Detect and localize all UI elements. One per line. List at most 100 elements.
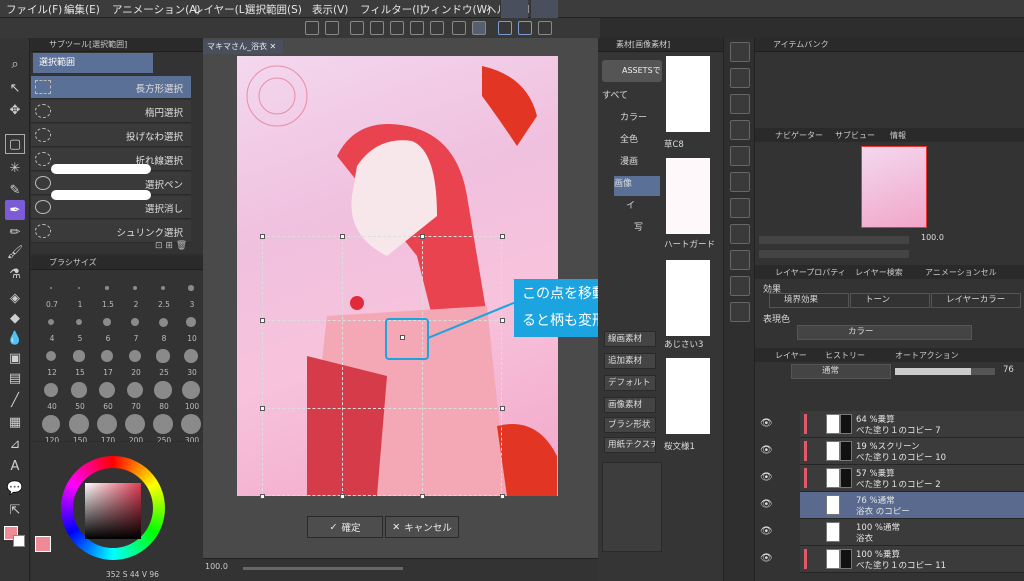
brush-size-dot[interactable] bbox=[158, 317, 168, 327]
paste-icon[interactable] bbox=[410, 21, 424, 35]
search-icon[interactable] bbox=[730, 42, 750, 62]
visibility-eye-icon[interactable]: 👁 bbox=[760, 499, 773, 510]
visibility-eye-icon[interactable]: 👁 bbox=[760, 445, 773, 456]
balloon-icon[interactable]: 💬 bbox=[5, 478, 25, 498]
tab-layer-props[interactable]: レイヤープロパティ bbox=[775, 267, 846, 278]
zoom-icon[interactable]: ⌕ bbox=[5, 54, 25, 74]
transform-bounding-box[interactable] bbox=[262, 236, 502, 496]
tree-illust[interactable]: イ bbox=[626, 198, 635, 218]
sub-color-swatch[interactable] bbox=[13, 535, 25, 547]
eyedropper-icon[interactable]: ✎ bbox=[5, 180, 25, 200]
operation-icon[interactable]: ↖ bbox=[5, 78, 25, 98]
subtool-ellipse-select[interactable]: 楕円選択 bbox=[31, 100, 191, 123]
expression-select[interactable]: カラー bbox=[797, 325, 972, 340]
figure-icon[interactable]: ╱ bbox=[5, 390, 25, 410]
canvas-tab[interactable]: マキマさん_浴衣 ✕ bbox=[203, 40, 283, 54]
brush-size-dot[interactable] bbox=[103, 318, 111, 326]
cancel-button[interactable]: ✕ キャンセル bbox=[385, 516, 459, 538]
color-main-indicator[interactable] bbox=[35, 536, 51, 552]
menu-selection[interactable]: 選択範囲(S) bbox=[245, 2, 302, 17]
panel-icon[interactable] bbox=[730, 250, 750, 270]
selection-tool-icon[interactable]: ▢ bbox=[5, 134, 25, 154]
opacity-value[interactable]: 76 bbox=[1003, 365, 1014, 375]
layer-row[interactable]: 76 %通常 浴衣 のコピー bbox=[800, 492, 1024, 519]
nav-rotate-slider[interactable] bbox=[759, 250, 909, 258]
layer-row[interactable]: 64 %乗算 べた塗り１のコピー 7 bbox=[800, 411, 1024, 438]
panel-icon[interactable] bbox=[730, 224, 750, 244]
brush-size-dot[interactable] bbox=[41, 414, 61, 434]
brush-size-dot[interactable] bbox=[77, 286, 81, 290]
menu-view[interactable]: 表示(V) bbox=[312, 2, 348, 17]
brush-size-dot[interactable] bbox=[156, 349, 170, 363]
transform-handle[interactable] bbox=[260, 406, 265, 411]
brush-size-dot[interactable] bbox=[130, 317, 140, 327]
brush-size-dot[interactable] bbox=[73, 350, 85, 362]
move-icon[interactable]: ✥ bbox=[5, 100, 25, 120]
brush-icon[interactable]: 🖌 bbox=[5, 242, 25, 262]
brush-size-dot[interactable] bbox=[186, 317, 196, 327]
panel-icon[interactable] bbox=[730, 68, 750, 88]
confirm-button[interactable]: ✓ 確定 bbox=[307, 516, 383, 538]
clear-icon[interactable] bbox=[350, 21, 364, 35]
brush-size-dot[interactable] bbox=[184, 349, 198, 363]
material-tag-button[interactable]: デフォルト bbox=[604, 375, 656, 391]
tab-navigator[interactable]: ナビゲーター bbox=[775, 130, 823, 141]
deselect-icon[interactable] bbox=[452, 21, 466, 35]
brush-size-dot[interactable] bbox=[50, 287, 52, 289]
transform-handle[interactable] bbox=[260, 494, 265, 499]
layer-row[interactable]: 57 %乗算 べた塗り１のコピー 2 bbox=[800, 465, 1024, 492]
brush-size-dot[interactable] bbox=[101, 350, 113, 362]
blend-icon[interactable]: 💧 bbox=[5, 328, 25, 348]
brush-size-dot[interactable] bbox=[132, 285, 138, 291]
tab-layer-search[interactable]: レイヤー検索 bbox=[855, 267, 903, 278]
brush-size-dot[interactable] bbox=[99, 382, 115, 398]
decoration-icon[interactable]: ◈ bbox=[5, 288, 25, 308]
panel-icon[interactable] bbox=[730, 276, 750, 296]
correct-line-icon[interactable]: ⇱ bbox=[5, 500, 25, 520]
subtool-lasso-select[interactable]: 投げなわ選択 bbox=[31, 124, 191, 147]
material-tag-button[interactable]: 線画素材 bbox=[604, 331, 656, 347]
brush-size-dot[interactable] bbox=[105, 286, 109, 290]
pencil-icon[interactable]: ✏ bbox=[5, 222, 25, 242]
opacity-slider[interactable] bbox=[895, 368, 995, 375]
menu-window[interactable]: ウィンドウ(W) bbox=[420, 2, 491, 17]
copy-icon[interactable] bbox=[390, 21, 404, 35]
panel-icon[interactable] bbox=[730, 172, 750, 192]
brush-size-dot[interactable] bbox=[188, 285, 194, 291]
brush-size-dot[interactable] bbox=[128, 349, 142, 363]
subtool-footer-icons[interactable]: ⊡ ⊞ 🗑 bbox=[155, 241, 187, 251]
snap-grid-icon[interactable] bbox=[538, 21, 552, 35]
brush-size-dot[interactable] bbox=[160, 285, 166, 291]
brush-size-dot[interactable] bbox=[75, 318, 83, 326]
border-effect-button[interactable]: 境界効果 bbox=[769, 293, 849, 308]
subtool-rect-select[interactable]: 長方形選択 bbox=[31, 76, 191, 99]
brush-size-dot[interactable] bbox=[69, 414, 89, 434]
tree-all[interactable]: すべて bbox=[602, 88, 628, 108]
nav-zoom-value[interactable]: 100.0 bbox=[921, 233, 944, 242]
brush-size-dot[interactable] bbox=[97, 414, 117, 434]
tree-color[interactable]: カラー bbox=[620, 110, 647, 130]
panel-icon[interactable] bbox=[730, 198, 750, 218]
material-tag-button[interactable]: 画像素材 bbox=[604, 397, 656, 413]
tab-subview[interactable]: サブビュー bbox=[835, 130, 875, 141]
tab-info[interactable]: 情報 bbox=[890, 130, 906, 141]
transform-handle[interactable] bbox=[340, 234, 345, 239]
brush-size-dot[interactable] bbox=[45, 350, 57, 362]
visibility-eye-icon[interactable]: 👁 bbox=[760, 472, 773, 483]
airbrush-icon[interactable]: ⚗ bbox=[5, 264, 25, 284]
brush-size-dot[interactable] bbox=[47, 318, 55, 326]
material-thumb[interactable] bbox=[666, 56, 710, 132]
transform-handle[interactable] bbox=[260, 318, 265, 323]
panel-icon[interactable] bbox=[730, 94, 750, 114]
saturation-value-square[interactable] bbox=[85, 483, 141, 539]
ruler-icon[interactable]: ⊿ bbox=[5, 434, 25, 454]
visibility-eye-icon[interactable]: 👁 bbox=[760, 418, 773, 429]
material-tag-button[interactable]: 追加素材 bbox=[604, 353, 656, 369]
tree-manga[interactable]: 漫画 bbox=[620, 154, 638, 174]
menu-edit[interactable]: 編集(E) bbox=[64, 2, 100, 17]
visibility-eye-icon[interactable]: 👁 bbox=[760, 526, 773, 537]
subtool-group-tab[interactable]: 選択範囲 bbox=[33, 53, 153, 73]
transform-handle[interactable] bbox=[420, 234, 425, 239]
auto-select-icon[interactable]: ✳ bbox=[5, 158, 25, 178]
frame-icon[interactable]: ▦ bbox=[5, 412, 25, 432]
